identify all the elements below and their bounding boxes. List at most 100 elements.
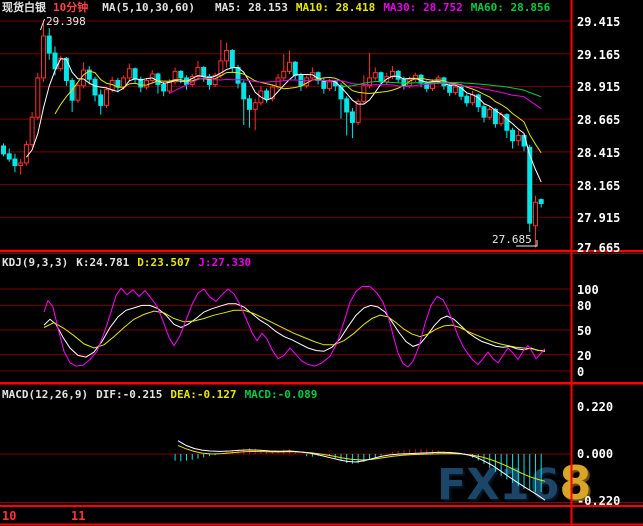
timeframe-label[interactable]: 10分钟 — [53, 1, 88, 15]
price-axis-label: 29.165 — [577, 47, 621, 62]
candle-body — [166, 81, 172, 92]
macd-dif-value: DIF:-0.215 — [96, 388, 163, 401]
kdj-axis-label: 100 — [577, 283, 599, 297]
price-axis-label: 28.165 — [577, 178, 621, 193]
candle-body — [264, 90, 270, 100]
panel-separator-top — [0, 250, 643, 252]
kdj-panel-header: KDJ(9,3,3) K:24.781 D:23.507 J:27.330 — [2, 256, 251, 270]
kdj-k-value: K:24.781 — [76, 256, 130, 269]
candle-body — [12, 158, 18, 167]
ma-settings-label: MA(5,10,30,60) — [102, 1, 195, 14]
symbol-name: 现货白银 — [2, 1, 46, 14]
macd-panel-header: MACD(12,26,9) DIF:-0.215 DEA:-0.127 MACD… — [2, 388, 317, 402]
candle-body — [92, 78, 98, 96]
time-axis-label: 11 — [71, 509, 86, 523]
ma60-value: MA60: 28.856 — [470, 1, 551, 14]
candle-body — [287, 61, 292, 72]
low-price-annotation: 27.685 — [492, 233, 532, 246]
candle-body — [464, 95, 470, 104]
candle-body — [41, 35, 47, 79]
candle-body — [75, 85, 81, 101]
candle-body — [161, 83, 167, 92]
candle-body — [81, 69, 87, 87]
candle-body — [224, 49, 230, 62]
candle-body — [103, 89, 109, 106]
candle-body — [201, 66, 207, 78]
candle-body — [361, 85, 367, 102]
panel-separator-middle — [0, 382, 643, 385]
price-axis-label: 27.665 — [577, 241, 621, 255]
candle-body — [23, 144, 29, 164]
macd-macd-value: MACD:-0.089 — [244, 388, 318, 401]
candle-body — [378, 72, 384, 83]
candle-body — [504, 114, 510, 131]
candle-body — [46, 35, 52, 54]
ma30-value: MA30: 28.752 — [383, 1, 463, 14]
candle-body — [132, 68, 138, 80]
macd-indicator-label: MACD(12,26,9) — [2, 388, 89, 401]
candle-body — [532, 201, 538, 227]
kdj-axis-label: 20 — [577, 348, 592, 363]
candle-body — [418, 74, 424, 84]
candle-body — [1, 145, 6, 155]
price-axis-label: 27.915 — [577, 211, 621, 226]
ma5-value: MA5: 28.153 — [214, 1, 288, 14]
candle-body — [178, 70, 184, 79]
price-panel-header: 现货白银 10分钟 MA(5,10,30,60) MA5: 28.153 MA1… — [2, 1, 550, 15]
candle-body — [252, 102, 258, 110]
candle-body — [372, 72, 378, 79]
price-axis-label: 28.915 — [577, 80, 621, 95]
axis-border — [570, 0, 573, 526]
price-axis-label: 28.415 — [577, 145, 621, 160]
candle-body — [29, 116, 35, 146]
price-axis-label: 29.415 — [577, 15, 621, 29]
trading-chart-app: FX168 现货白银 10分钟 MA(5,10,30,60) MA5: 28.1… — [0, 0, 643, 526]
panel-separator-bottom-shadow — [0, 502, 643, 503]
candle-body — [447, 85, 453, 93]
kdj-axis-label: 0 — [577, 365, 585, 379]
price-axis-label: 28.665 — [577, 113, 621, 128]
bottom-border — [0, 523, 643, 526]
time-axis-label: 10 — [2, 509, 17, 523]
candle-body — [229, 49, 235, 68]
candle-body — [510, 129, 516, 142]
candle-body — [6, 153, 12, 160]
candle-body — [515, 135, 521, 142]
candle-body — [98, 94, 104, 106]
candle-body — [487, 108, 493, 118]
candle-body — [349, 111, 355, 123]
macd-axis-label: 0.220 — [577, 399, 614, 414]
candle-body — [235, 66, 241, 84]
ma10-value: MA10: 28.418 — [295, 1, 376, 14]
candle-body — [126, 68, 132, 79]
candle-body — [292, 61, 298, 76]
candle-body — [275, 77, 281, 88]
candle-body — [481, 106, 487, 118]
high-price-annotation: 29.398 — [46, 15, 86, 28]
candle-body — [149, 73, 155, 82]
candle-body — [470, 94, 476, 104]
candle-body — [452, 86, 458, 93]
candle-body — [395, 70, 401, 80]
macd-dif-line — [177, 440, 546, 501]
kdj-d-value: D:23.507 — [137, 256, 191, 269]
candle-body — [321, 80, 327, 89]
candle-body — [327, 81, 333, 89]
candle-body — [344, 98, 350, 113]
macd-dea-value: DEA:-0.127 — [170, 388, 237, 401]
candle-body — [52, 52, 58, 70]
candle-body — [355, 100, 361, 123]
macd-axis-label: -0.220 — [577, 494, 621, 509]
candle-body — [35, 77, 41, 118]
candle-body — [144, 80, 149, 88]
kdj-axis-label: 80 — [577, 299, 592, 314]
panel-separator-bottom — [0, 505, 643, 507]
panel-separator-top-shadow — [0, 253, 643, 254]
candle-body — [281, 70, 287, 79]
candle-body — [538, 199, 544, 205]
candle-body — [246, 98, 252, 110]
candle-body — [241, 82, 247, 100]
candle-body — [18, 162, 24, 167]
kdj-j-value: J:27.330 — [198, 256, 252, 269]
macd-axis-label: 0.000 — [577, 447, 614, 461]
